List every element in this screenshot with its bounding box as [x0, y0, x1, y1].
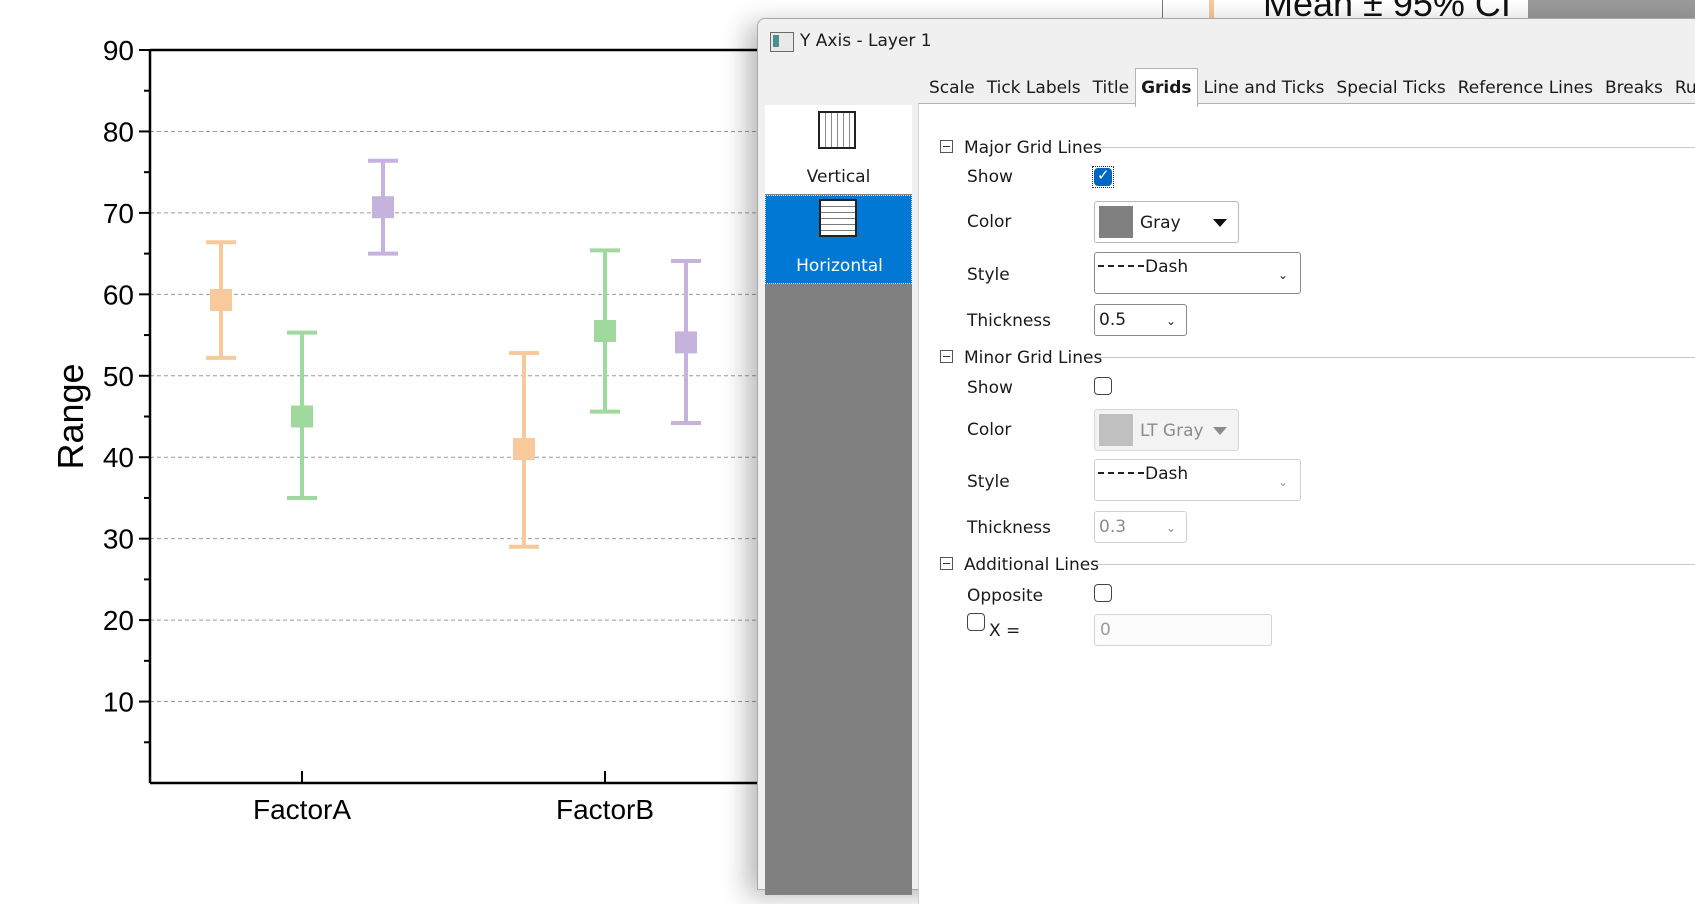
y-tick-label: 50: [103, 361, 134, 392]
minor-show-label: Show: [967, 378, 1013, 398]
minor-color-label: Color: [967, 420, 1012, 440]
mean-marker: [513, 438, 535, 461]
horizontal-grid-icon: [819, 199, 857, 237]
y-axis-label: Range: [50, 363, 91, 469]
horizontal-label: Horizontal: [796, 256, 883, 276]
y-tick-label: 30: [103, 524, 134, 555]
section-divider: [1094, 564, 1695, 565]
opposite-label: Opposite: [967, 586, 1044, 606]
horizontal-item[interactable]: Horizontal: [765, 195, 912, 284]
mean-marker: [594, 319, 616, 342]
y-tick-label: 40: [103, 442, 134, 473]
tab-line-and-ticks[interactable]: Line and Ticks: [1198, 71, 1331, 104]
major-grid-label: Major Grid Lines: [964, 138, 1102, 158]
collapse-icon[interactable]: [940, 140, 953, 153]
tab-rug[interactable]: Rug: [1669, 71, 1695, 104]
major-color-label: Color: [967, 212, 1012, 232]
major-thickness-label: Thickness: [967, 311, 1052, 331]
x-checkbox[interactable]: [967, 613, 985, 631]
x-label: X =: [989, 621, 1021, 641]
y-tick-label: 10: [103, 687, 134, 718]
tab-reference-lines[interactable]: Reference Lines: [1452, 71, 1599, 104]
y-axis-dialog: Y Axis - Layer 1 Scale Tick Labels Title…: [757, 18, 1695, 904]
minor-thickness-combo[interactable]: 0.3 ⌄: [1094, 511, 1187, 543]
dash-line-preview: [1098, 472, 1144, 474]
grid-direction-panel: Vertical Horizontal: [765, 105, 912, 895]
minor-show-checkbox[interactable]: [1094, 377, 1112, 395]
dialog-title: Y Axis - Layer 1: [800, 31, 932, 51]
minor-thickness-label: Thickness: [967, 518, 1052, 538]
major-color-value: Gray: [1140, 213, 1181, 233]
y-tick-label: 70: [103, 198, 134, 229]
major-thickness-combo[interactable]: 0.5 ⌄: [1094, 304, 1187, 336]
minor-style-dropdown[interactable]: Dash ⌄: [1094, 459, 1301, 501]
additional-lines-label: Additional Lines: [964, 555, 1100, 575]
opposite-checkbox[interactable]: [1094, 584, 1112, 602]
minor-color-value: LT Gray: [1140, 421, 1204, 441]
collapse-icon[interactable]: [940, 350, 953, 363]
major-thickness-value: 0.5: [1099, 310, 1127, 330]
dropdown-arrow-icon: [1213, 427, 1227, 435]
major-show-checkbox[interactable]: [1094, 166, 1112, 186]
major-color-dropdown[interactable]: Gray: [1094, 201, 1239, 243]
minor-thickness-value: 0.3: [1099, 517, 1127, 537]
color-swatch: [1099, 206, 1133, 238]
y-tick-label: 90: [103, 35, 134, 66]
x-value-input[interactable]: 0: [1094, 614, 1272, 646]
tab-tick-labels[interactable]: Tick Labels: [981, 71, 1087, 104]
y-tick-label: 20: [103, 605, 134, 636]
y-tick-label: 60: [103, 279, 134, 310]
major-style-dropdown[interactable]: Dash ⌄: [1094, 252, 1301, 294]
major-style-value: Dash: [1145, 257, 1189, 277]
tab-breaks[interactable]: Breaks: [1599, 71, 1669, 104]
minor-color-dropdown[interactable]: LT Gray: [1094, 409, 1239, 451]
vertical-label: Vertical: [806, 167, 871, 187]
chevron-down-icon: ⌄: [1277, 475, 1288, 489]
chevron-down-icon: ⌄: [1165, 521, 1176, 535]
x-value: 0: [1100, 620, 1111, 640]
section-divider: [1098, 147, 1695, 148]
tab-special-ticks[interactable]: Special Ticks: [1330, 71, 1451, 104]
x-tick-label: FactorB: [556, 794, 654, 825]
color-swatch: [1099, 414, 1133, 446]
dash-line-preview: [1098, 265, 1144, 267]
tab-title[interactable]: Title: [1087, 71, 1135, 104]
tab-scale[interactable]: Scale: [923, 71, 981, 104]
grids-tab-content: Major Grid Lines Show Color Gray Style D…: [918, 103, 1695, 904]
chevron-down-icon: ⌄: [1165, 314, 1176, 328]
app-icon: [770, 32, 794, 52]
minor-style-label: Style: [967, 472, 1010, 492]
dropdown-arrow-icon: [1213, 219, 1227, 227]
major-show-label: Show: [967, 167, 1013, 187]
major-style-label: Style: [967, 265, 1010, 285]
tab-grids[interactable]: Grids: [1135, 68, 1198, 107]
tab-strip: Scale Tick Labels Title Grids Line and T…: [923, 68, 1695, 107]
y-tick-label: 80: [103, 116, 134, 147]
mean-marker: [372, 196, 394, 219]
minor-grid-label: Minor Grid Lines: [964, 348, 1103, 368]
collapse-icon[interactable]: [940, 557, 953, 570]
vertical-item[interactable]: Vertical: [765, 105, 912, 194]
mean-marker: [675, 331, 697, 354]
vertical-grid-icon: [818, 111, 856, 149]
x-tick-label: FactorA: [253, 794, 351, 825]
chevron-down-icon: ⌄: [1277, 268, 1288, 282]
section-divider: [1098, 357, 1695, 358]
minor-style-value: Dash: [1145, 464, 1189, 484]
dialog-titlebar[interactable]: Y Axis - Layer 1: [758, 19, 1695, 65]
mean-marker: [291, 405, 313, 428]
mean-marker: [210, 289, 232, 312]
